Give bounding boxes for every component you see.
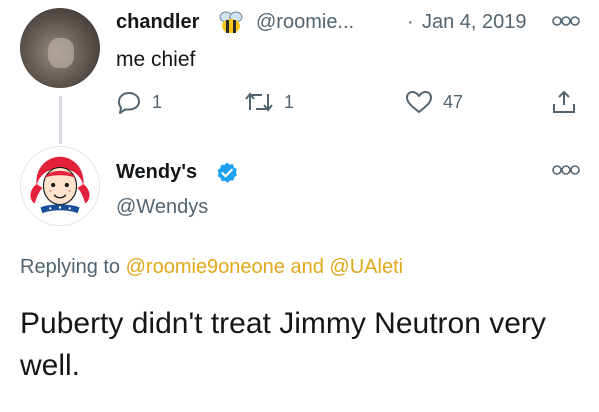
author-handle[interactable]: @roomie... xyxy=(256,11,354,34)
thread-connector-line xyxy=(59,96,62,144)
mention-link[interactable]: @roomie9oneone xyxy=(126,256,285,278)
tweet-date[interactable]: Jan 4, 2019 xyxy=(422,11,527,34)
more-options-icon[interactable] xyxy=(551,14,581,28)
author-handle[interactable]: @Wendys xyxy=(116,196,208,219)
author-name[interactable]: chandler xyxy=(116,11,199,34)
wendys-logo-icon xyxy=(30,156,90,214)
reply-count: 1 xyxy=(152,91,163,112)
reply-button[interactable]: 1 xyxy=(116,90,162,114)
reply-icon xyxy=(118,92,140,114)
share-button[interactable] xyxy=(551,90,577,114)
avatar-chandler[interactable] xyxy=(20,8,100,88)
meta-separator: · xyxy=(407,11,414,33)
replying-prefix: Replying to xyxy=(20,256,121,278)
like-button[interactable]: 47 xyxy=(405,90,463,114)
share-icon xyxy=(553,90,575,113)
tweet-text: me chief xyxy=(116,48,196,71)
mention-link[interactable]: @UAleti xyxy=(329,256,403,278)
verified-badge-icon xyxy=(217,162,237,183)
more-options-icon[interactable] xyxy=(551,163,581,177)
bee-emoji-icon xyxy=(219,11,243,33)
like-count: 47 xyxy=(443,91,464,112)
avatar-wendys[interactable] xyxy=(20,146,100,226)
replying-to-line: Replying to @roomie9oneone and @UAleti xyxy=(20,256,403,279)
retweet-button[interactable]: 1 xyxy=(244,90,294,114)
replying-and: and xyxy=(290,256,324,278)
heart-icon xyxy=(406,91,432,113)
retweet-count: 1 xyxy=(284,91,295,112)
tweet-text: Puberty didn't treat Jimmy Neutron very … xyxy=(20,307,546,382)
retweet-icon xyxy=(245,92,273,112)
author-name[interactable]: Wendy's xyxy=(116,161,197,184)
